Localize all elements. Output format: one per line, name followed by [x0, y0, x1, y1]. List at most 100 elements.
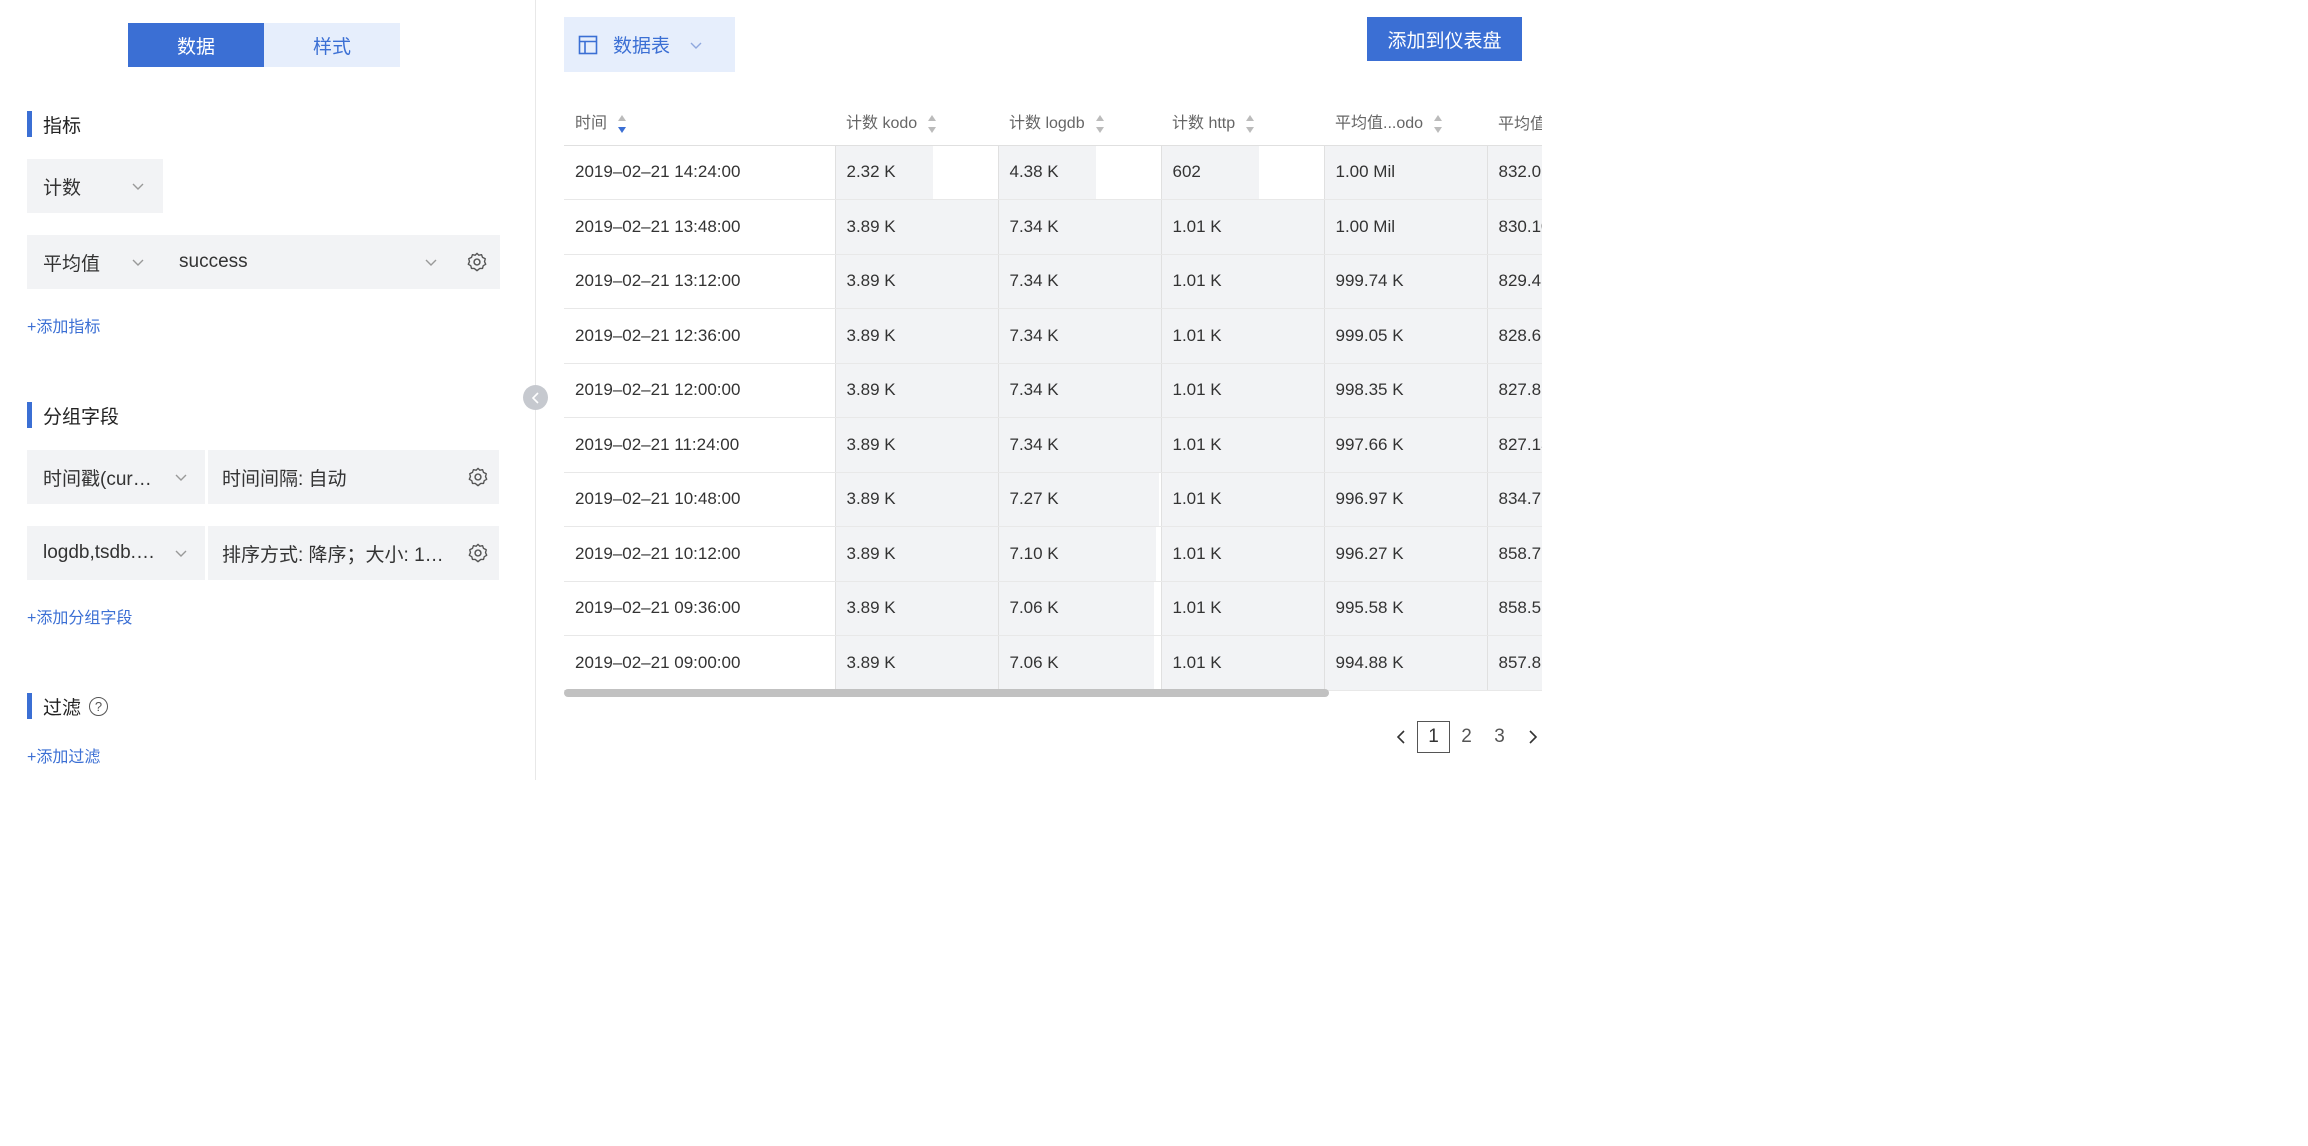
chevron-down-icon	[425, 259, 437, 266]
value-cell: 3.89 K	[834, 308, 998, 364]
pagination: 1 2 3	[1384, 721, 1549, 753]
time-cell: 2019–02–21 09:36:00	[564, 581, 835, 636]
cell-text: 996.27 K	[1335, 543, 1404, 563]
page-1-button[interactable]: 1	[1417, 721, 1450, 753]
sort-icon[interactable]	[1245, 113, 1255, 135]
value-cell: 828.6	[1486, 308, 1542, 364]
cell-text: 1.01 K	[1172, 216, 1222, 236]
time-cell: 2019–02–21 13:48:00	[564, 199, 835, 255]
time-cell: 2019–02–21 10:12:00	[564, 526, 835, 582]
cell-text: 834.7	[1498, 489, 1542, 509]
cell-text: 2019–02–21 12:36:00	[575, 325, 741, 345]
value-cell: 994.88 K	[1323, 635, 1487, 691]
page-2-button[interactable]: 2	[1450, 721, 1483, 753]
group-field-select-1[interactable]: 时间戳(cur…	[27, 450, 205, 504]
gear-icon[interactable]	[467, 542, 489, 564]
table-row[interactable]: 2019–02–21 11:24:00 3.89 K 7.34 K 1.01 K 997…	[564, 417, 1542, 473]
group-option-1[interactable]: 时间间隔: 自动	[208, 450, 499, 504]
cell-text: 3.89 K	[846, 652, 896, 672]
column-header[interactable]: 计数 logdb	[998, 99, 1161, 146]
cell-text: 3.89 K	[846, 271, 896, 291]
value-cell: 7.06 K	[997, 635, 1161, 691]
table-row[interactable]: 2019–02–21 10:48:00 3.89 K 7.27 K 1.01 K 996…	[564, 472, 1542, 527]
table-row[interactable]: 2019–02–21 12:36:00 3.89 K 7.34 K 1.01 K 999…	[564, 308, 1542, 364]
column-header[interactable]: 平均值	[1487, 99, 1542, 146]
tab-style[interactable]: 样式	[264, 23, 400, 67]
config-panel: 数据 样式 指标 计数 平均值 success +添加指标 分组字段 时间戳(c…	[0, 0, 536, 780]
table-row[interactable]: 2019–02–21 14:24:00 2.32 K 4.38 K 602 1.00 M…	[564, 145, 1542, 200]
column-header[interactable]: 平均值...odo	[1324, 99, 1487, 146]
value-cell: 834.7	[1486, 472, 1542, 527]
section-marker	[27, 111, 32, 137]
view-type-select[interactable]: 数据表	[564, 17, 735, 72]
avg-field-select[interactable]: success	[179, 251, 248, 273]
cell-text: 828.6	[1498, 325, 1542, 345]
add-to-dashboard-button[interactable]: 添加到仪表盘	[1367, 17, 1522, 61]
value-cell: 7.06 K	[997, 581, 1161, 636]
bar-remainder	[1154, 636, 1161, 690]
group-field-label: 时间戳(cur…	[43, 468, 152, 490]
collapse-panel-button[interactable]	[523, 385, 548, 410]
chevron-down-icon	[175, 550, 187, 557]
value-cell: 3.89 K	[834, 417, 998, 473]
sort-icon[interactable]	[927, 113, 937, 135]
time-cell: 2019–02–21 12:36:00	[564, 308, 835, 364]
table-row[interactable]: 2019–02–21 09:00:00 3.89 K 7.06 K 1.01 K 994…	[564, 635, 1542, 691]
cell-text: 2019–02–21 11:24:00	[575, 434, 740, 454]
cell-text: 7.34 K	[1009, 271, 1059, 291]
gear-icon[interactable]	[467, 466, 489, 488]
metrics-section-title: 指标	[27, 110, 81, 138]
bar-remainder	[1258, 145, 1324, 199]
page-3-button[interactable]: 3	[1483, 721, 1516, 753]
cell-text: 3.89 K	[846, 434, 896, 454]
value-cell: 602	[1160, 145, 1324, 200]
value-cell: 999.74 K	[1323, 254, 1487, 309]
sort-icon[interactable]	[1433, 113, 1443, 135]
value-cell: 832.0	[1486, 145, 1542, 200]
column-header[interactable]: 计数 http	[1161, 99, 1324, 146]
value-cell: 1.01 K	[1160, 526, 1324, 582]
bar-remainder	[1095, 145, 1161, 199]
table-row[interactable]: 2019–02–21 13:12:00 3.89 K 7.34 K 1.01 K 999…	[564, 254, 1542, 309]
gear-icon[interactable]	[466, 251, 488, 273]
table-row[interactable]: 2019–02–21 10:12:00 3.89 K 7.10 K 1.01 K 996…	[564, 526, 1542, 582]
value-cell: 827.8	[1486, 363, 1542, 418]
help-icon[interactable]: ?	[89, 696, 109, 716]
table-header-row: 时间 计数 kodo 计数 logdb 计数 http 平均值...odo 平均值	[564, 99, 1542, 146]
group-field-select-2[interactable]: logdb,tsdb.…	[27, 526, 205, 580]
section-marker	[27, 693, 32, 719]
value-cell: 857.8	[1486, 635, 1542, 691]
cell-text: 997.66 K	[1335, 434, 1404, 454]
cell-text: 1.01 K	[1172, 598, 1222, 618]
prev-page-button[interactable]	[1384, 721, 1417, 753]
value-cell: 1.01 K	[1160, 308, 1324, 364]
horizontal-scrollbar[interactable]	[564, 689, 1329, 697]
table-row[interactable]: 2019–02–21 12:00:00 3.89 K 7.34 K 1.01 K 998…	[564, 363, 1542, 418]
cell-text: 1.01 K	[1172, 489, 1222, 509]
column-header[interactable]: 时间	[564, 99, 835, 146]
cell-text: 999.74 K	[1335, 271, 1404, 291]
table-row[interactable]: 2019–02–21 13:48:00 3.89 K 7.34 K 1.01 K 1.0…	[564, 199, 1543, 255]
cell-text: 830.10	[1498, 216, 1543, 236]
column-header[interactable]: 计数 kodo	[835, 99, 998, 146]
cell-text: 1.00 Mil	[1335, 162, 1396, 182]
count-select[interactable]: 计数	[27, 159, 163, 213]
tab-data[interactable]: 数据	[128, 23, 264, 67]
cell-text: 7.34 K	[1009, 380, 1059, 400]
sort-icon[interactable]	[617, 113, 627, 135]
group-option-2[interactable]: 排序方式: 降序；大小: 1…	[208, 526, 499, 580]
cell-text: 7.06 K	[1009, 652, 1059, 672]
add-group-link[interactable]: +添加分组字段	[27, 604, 132, 628]
add-metric-link[interactable]: +添加指标	[27, 313, 100, 337]
value-cell: 7.10 K	[997, 526, 1161, 582]
avg-select-label[interactable]: 平均值	[43, 249, 100, 276]
table-row[interactable]: 2019–02–21 09:36:00 3.89 K 7.06 K 1.01 K 995…	[564, 581, 1542, 636]
add-filter-link[interactable]: +添加过滤	[27, 743, 100, 767]
cell-text: 7.06 K	[1009, 598, 1059, 618]
value-cell: 1.01 K	[1160, 363, 1324, 418]
time-cell: 2019–02–21 11:24:00	[564, 417, 835, 473]
next-page-button[interactable]	[1516, 721, 1549, 753]
sort-icon[interactable]	[1095, 113, 1105, 135]
cell-text: 2019–02–21 10:12:00	[575, 543, 741, 563]
value-cell: 996.27 K	[1323, 526, 1487, 582]
